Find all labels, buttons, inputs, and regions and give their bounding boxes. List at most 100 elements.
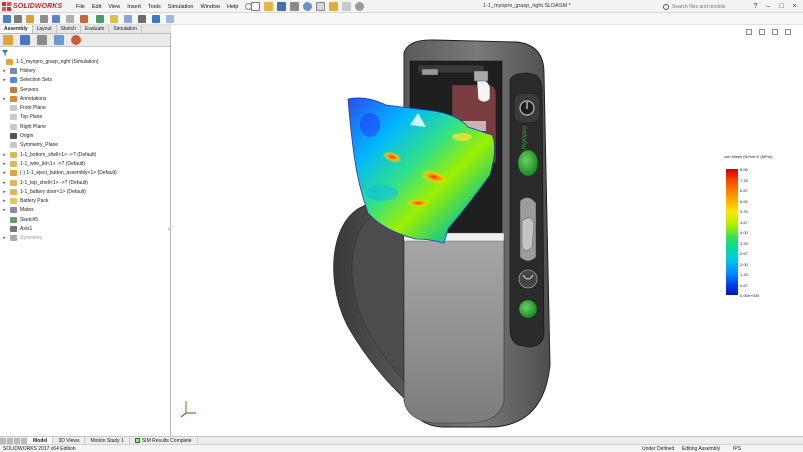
menu-help[interactable]: Help — [227, 4, 238, 10]
tree-item-label: 1-1_myopro_grasp_right (Simulation) — [16, 58, 99, 65]
tree-item[interactable]: Origin — [0, 131, 170, 140]
tab-simulation[interactable]: Simulation — [109, 25, 142, 33]
legend-value: 3.33 — [740, 240, 748, 246]
feature-manager-tab-icon[interactable] — [3, 35, 13, 45]
instant3d-icon[interactable] — [152, 15, 160, 23]
assembly-features-icon[interactable] — [80, 15, 88, 23]
tree-item[interactable]: Symmetry_Plane — [0, 141, 170, 150]
tree-item[interactable]: ▸ Selection Sets — [0, 76, 170, 85]
last-tab-icon[interactable] — [21, 437, 27, 444]
tree-item[interactable]: Right Plane — [0, 122, 170, 131]
help-icon[interactable]: ? — [749, 1, 762, 12]
expand-arrow-icon[interactable]: ▸ — [2, 207, 7, 213]
menu-view[interactable]: View — [108, 4, 120, 10]
display-manager-tab-icon[interactable] — [71, 35, 81, 45]
tree-item[interactable]: ▸ 1-1_top_shell<1> ->? (Default) — [0, 178, 170, 187]
print-icon[interactable] — [290, 2, 299, 11]
exploded-view-icon[interactable] — [138, 15, 146, 23]
first-tab-icon[interactable] — [0, 437, 6, 444]
bill-of-materials-icon[interactable] — [124, 15, 132, 23]
tree-item[interactable]: Sensors — [0, 85, 170, 94]
dimxpert-manager-tab-icon[interactable] — [54, 35, 64, 45]
tree-item-label: Origin — [20, 133, 34, 140]
tree-item-label: Selection Sets — [20, 77, 52, 84]
mates-icon — [10, 207, 17, 214]
search-box[interactable]: Search files and models — [663, 2, 737, 11]
expand-arrow-icon[interactable]: ▸ — [2, 161, 7, 167]
menu-insert[interactable]: Insert — [127, 4, 141, 10]
select-pointer-icon[interactable] — [316, 2, 325, 11]
menu-file[interactable]: File — [76, 4, 85, 10]
tree-item[interactable]: ▸ History — [0, 66, 170, 75]
tab-evaluate[interactable]: Evaluate — [81, 25, 110, 33]
tab-layout[interactable]: Layout — [33, 25, 57, 33]
tab-scroll-buttons[interactable] — [0, 437, 28, 444]
tree-item[interactable]: ▸ 1-1_wire_lid<1> ->? (Default) — [0, 159, 170, 168]
legend-value: 7.33 — [740, 177, 748, 183]
status-edition: SOLIDWORKS 2017 x64 Edition — [3, 446, 76, 452]
tree-item[interactable]: ▸ Mates — [0, 206, 170, 215]
reference-geometry-icon[interactable] — [96, 15, 104, 23]
manager-tabs — [0, 34, 170, 47]
expand-arrow-icon[interactable]: ▸ — [2, 180, 7, 186]
insert-components-icon[interactable] — [3, 15, 11, 23]
configuration-manager-tab-icon[interactable] — [37, 35, 47, 45]
tree-item[interactable]: 1-1_myopro_grasp_right (Simulation) — [0, 57, 170, 66]
tree-item[interactable]: Sketch5 — [0, 215, 170, 224]
graphics-area[interactable]: myopro von Mises (N/mm^2 (MPa)) 8.00 7.33… — [172, 25, 803, 436]
tree-item[interactable]: ▸ (-) 1-1_eject_button_assembly<1> (Defau… — [0, 169, 170, 178]
expand-arrow-icon[interactable]: ▸ — [2, 152, 7, 158]
prev-tab-icon[interactable] — [7, 437, 13, 444]
expand-arrow-icon[interactable]: ▸ — [2, 170, 7, 176]
close-icon[interactable]: × — [788, 1, 801, 12]
legend-value: 6.67 — [740, 188, 748, 193]
status-units[interactable]: IPS — [733, 446, 741, 452]
plane-icon — [10, 142, 17, 149]
tree-item[interactable]: ▸ 1-1_bottom_shell<1> ->? (Default) — [0, 150, 170, 159]
tree-item-label: Battery Pack — [20, 198, 49, 205]
expand-arrow-icon[interactable]: ▸ — [2, 96, 7, 102]
part-icon — [10, 179, 17, 186]
open-folder-icon[interactable] — [264, 2, 273, 11]
tree-item[interactable]: ▸ Battery Pack — [0, 196, 170, 205]
expand-arrow-icon[interactable]: ▸ — [2, 198, 7, 204]
expand-arrow-icon[interactable]: ▸ — [2, 68, 7, 74]
minimize-icon[interactable]: – — [762, 1, 775, 12]
new-motion-study-icon[interactable] — [110, 15, 118, 23]
history-icon — [10, 67, 17, 74]
smart-fasteners-icon[interactable] — [40, 15, 48, 23]
tree-item[interactable]: ▸ Annotations — [0, 94, 170, 103]
save-icon[interactable] — [277, 2, 286, 11]
tree-item[interactable]: Top Plane — [0, 113, 170, 122]
tree-item[interactable]: Axis1 — [0, 224, 170, 233]
maximize-icon[interactable]: □ — [775, 1, 788, 12]
model-viewport[interactable]: myopro — [172, 25, 803, 436]
tree-item[interactable]: ▸ Symmetry — [0, 234, 170, 243]
expand-arrow-icon[interactable]: ▸ — [2, 189, 7, 195]
tree-item[interactable]: ▸ 1-1_battery door<1> (Default) — [0, 187, 170, 196]
rebuild-icon[interactable] — [329, 2, 338, 11]
tab-assembly[interactable]: Assembly — [0, 25, 33, 33]
move-component-icon[interactable] — [52, 15, 60, 23]
next-tab-icon[interactable] — [14, 437, 20, 444]
menu-window[interactable]: Window — [200, 4, 220, 10]
options-gear-icon[interactable] — [355, 2, 364, 11]
filter-icon[interactable] — [2, 50, 8, 56]
undo-icon[interactable] — [303, 2, 312, 11]
new-document-icon[interactable] — [251, 2, 260, 11]
menu-edit[interactable]: Edit — [92, 4, 101, 10]
mate-icon[interactable] — [14, 15, 22, 23]
property-manager-tab-icon[interactable] — [20, 35, 30, 45]
tab-sketch[interactable]: Sketch — [57, 25, 81, 33]
expand-arrow-icon[interactable]: ▸ — [2, 235, 7, 241]
solidworks-logo[interactable]: SOLIDWORKS — [2, 1, 62, 12]
tree-item[interactable]: Front Plane — [0, 103, 170, 112]
show-hidden-icon[interactable] — [66, 15, 74, 23]
menu-tools[interactable]: Tools — [148, 4, 161, 10]
speedpak-icon[interactable] — [166, 15, 174, 23]
legend-value: 8.00 — [740, 167, 748, 172]
linear-pattern-icon[interactable] — [26, 15, 34, 23]
menu-simulation[interactable]: Simulation — [168, 4, 194, 10]
expand-arrow-icon[interactable]: ▸ — [2, 77, 7, 83]
file-properties-icon[interactable] — [342, 2, 351, 11]
